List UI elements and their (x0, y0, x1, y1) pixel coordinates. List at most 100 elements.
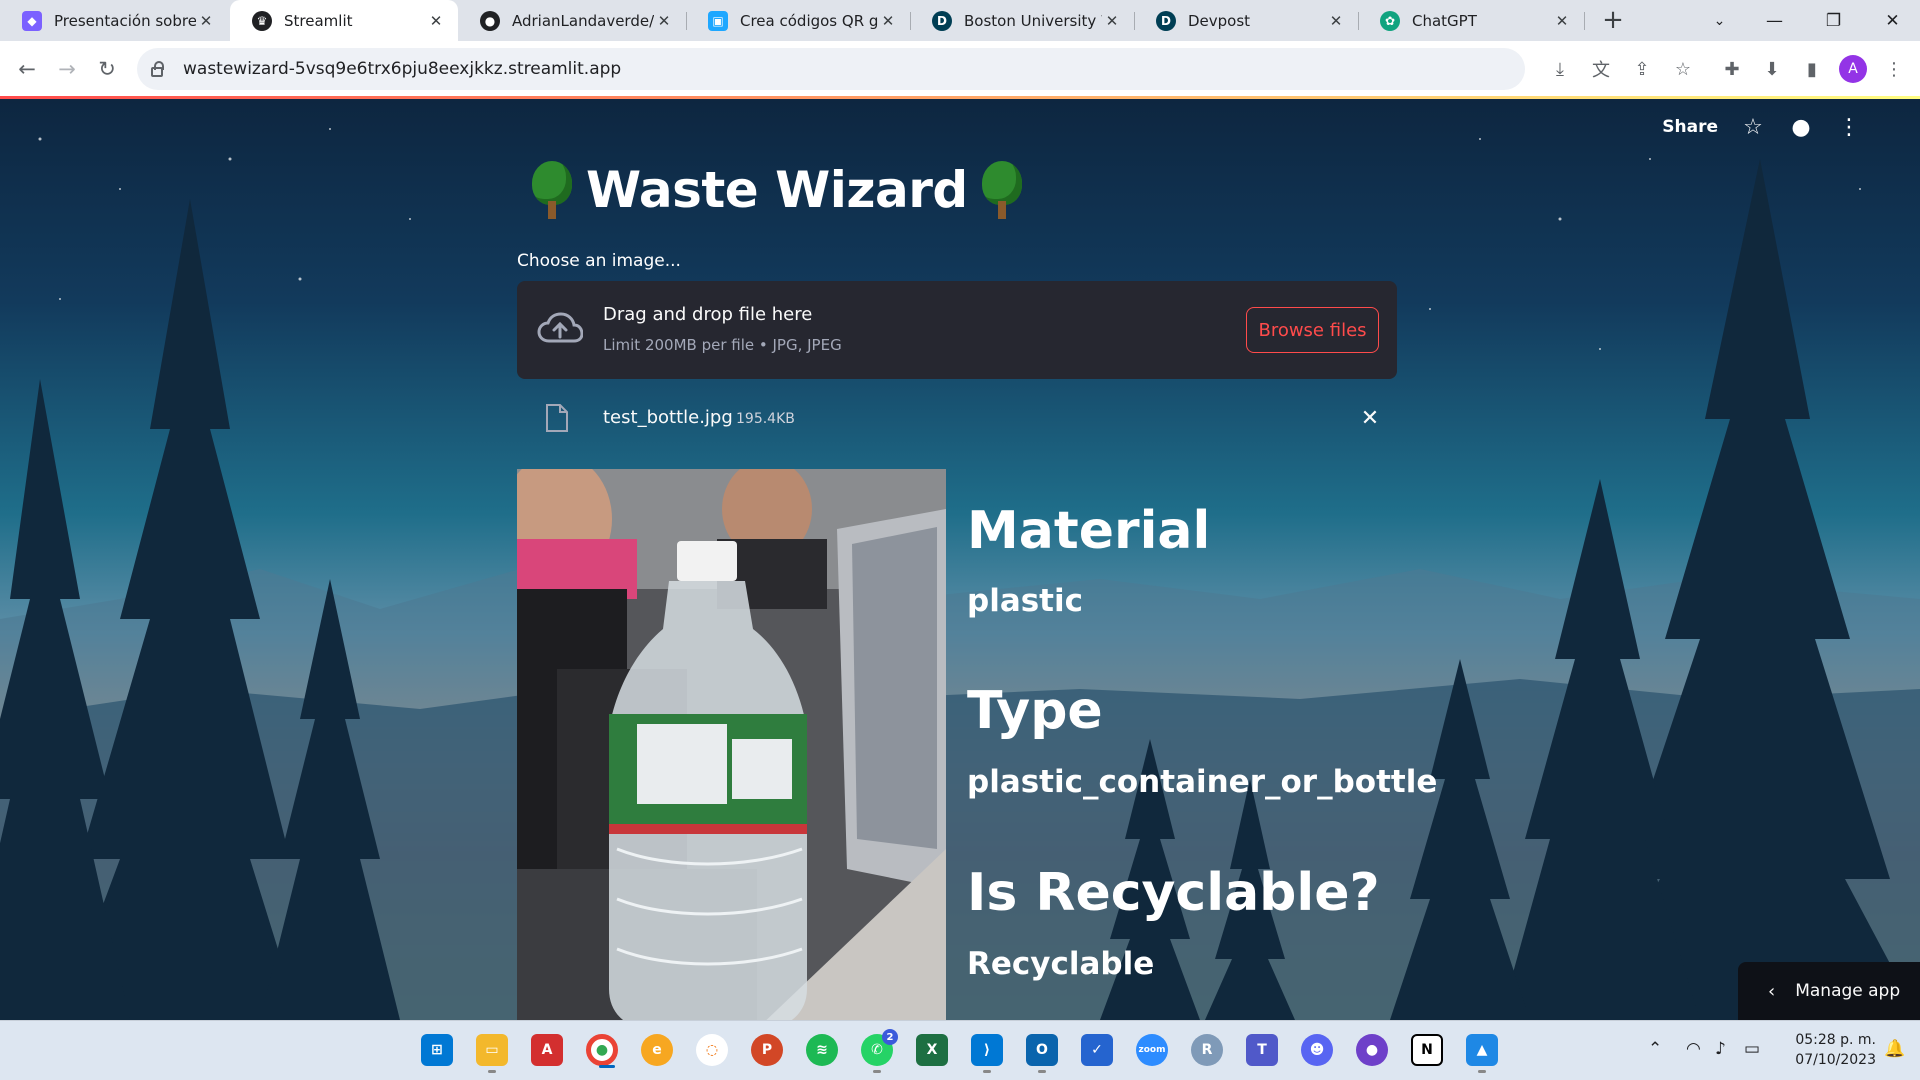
photos-icon[interactable]: ▲ (1466, 1034, 1498, 1073)
forward-arrow-icon[interactable]: → (51, 53, 83, 85)
tree-icon (980, 161, 1024, 219)
discord-icon[interactable]: ☻ (1301, 1034, 1333, 1066)
browser-menu-icon[interactable]: ⋮ (1878, 53, 1910, 85)
app-viewport: Share ☆ ● ⋮ Waste Wizard Choose an image… (0, 99, 1920, 1020)
file-icon (546, 404, 568, 432)
close-tab-icon[interactable]: ✕ (196, 12, 216, 30)
battery-icon[interactable]: ▭ (1744, 1039, 1760, 1059)
github-icon[interactable]: ● (1788, 115, 1814, 140)
extensions-icon[interactable]: ✚ (1716, 53, 1748, 85)
new-tab-button[interactable]: + (1598, 6, 1628, 36)
tab-streamlit[interactable]: ♛ Streamlit ✕ (230, 0, 458, 41)
forest-background (0, 128, 1920, 1020)
clock-time: 05:28 p. m. (1795, 1032, 1876, 1048)
recyclable-heading: Is Recyclable? (967, 863, 1380, 923)
restore-icon[interactable]: ❐ (1806, 0, 1861, 41)
notifications-icon[interactable]: 🔔 (1884, 1039, 1905, 1059)
type-heading: Type (967, 681, 1103, 741)
close-window-icon[interactable]: ✕ (1865, 0, 1920, 41)
close-tab-icon[interactable]: ✕ (1552, 12, 1572, 30)
close-tab-icon[interactable]: ✕ (1326, 12, 1346, 30)
wifi-icon[interactable]: ◠ (1686, 1039, 1701, 1059)
manage-app-label: Manage app (1795, 981, 1901, 1001)
star-icon[interactable]: ☆ (1740, 115, 1766, 140)
chevron-left-icon: ‹ (1768, 980, 1776, 1002)
uploaded-image (517, 469, 946, 1020)
teams-icon[interactable]: T (1246, 1034, 1278, 1066)
anaconda-icon[interactable]: ◌ (696, 1034, 728, 1066)
github-icon: ● (480, 10, 500, 31)
devpost-icon: D (1156, 10, 1176, 31)
tab-devpost[interactable]: D Devpost ✕ (1134, 0, 1358, 41)
streamlit-toolbar: Share ☆ ● ⋮ (1662, 99, 1920, 155)
windows-start-icon[interactable]: ⊞ (421, 1034, 453, 1066)
excel-icon[interactable]: X (916, 1034, 948, 1066)
translate-icon[interactable]: 文 (1585, 53, 1617, 85)
github-desktop-icon[interactable]: ● (1356, 1034, 1388, 1066)
close-tab-icon[interactable]: ✕ (426, 12, 446, 30)
dropzone-title: Drag and drop file here (603, 304, 813, 325)
presentation-icon: ◆ (22, 10, 42, 31)
todo-icon[interactable]: ✓ (1081, 1034, 1113, 1066)
tab-search-icon[interactable]: ⌄ (1692, 0, 1747, 41)
outlook-icon[interactable]: O (1026, 1034, 1058, 1073)
chrome-icon[interactable]: ● (586, 1034, 618, 1068)
powerpoint-icon[interactable]: P (751, 1034, 783, 1066)
file-size: 195.4KB (736, 411, 795, 427)
file-explorer-icon[interactable]: ▭ (476, 1034, 508, 1073)
recyclable-value: Recyclable (967, 946, 1155, 982)
chevron-up-icon[interactable]: ⌃ (1648, 1039, 1662, 1059)
address-bar[interactable]: wastewizard-5vsq9e6trx6pju8eexjkkz.strea… (137, 48, 1525, 90)
tab-github[interactable]: ● AdrianLandaverde/W ✕ (458, 0, 686, 41)
file-name: test_bottle.jpg (603, 407, 733, 428)
uploader-label: Choose an image... (517, 251, 681, 271)
tab-boston[interactable]: D Boston University We ✕ (910, 0, 1134, 41)
close-tab-icon[interactable]: ✕ (654, 12, 674, 30)
install-app-icon[interactable]: ⤓ (1544, 53, 1576, 85)
qr-icon: ▣ (708, 10, 728, 31)
edge-canary-icon[interactable]: e (641, 1034, 673, 1066)
tab-chatgpt[interactable]: ✿ ChatGPT ✕ (1358, 0, 1584, 41)
tab-presentacion[interactable]: ◆ Presentación sobre R ✕ (0, 0, 228, 41)
tab-qr[interactable]: ▣ Crea códigos QR grat ✕ (686, 0, 910, 41)
downloads-icon[interactable]: ⬇ (1756, 53, 1788, 85)
clock-date: 07/10/2023 (1795, 1052, 1876, 1068)
url-text: wastewizard-5vsq9e6trx6pju8eexjkkz.strea… (183, 59, 622, 79)
back-arrow-icon[interactable]: ← (11, 53, 43, 85)
zoom-icon[interactable]: zoom (1136, 1034, 1168, 1066)
chatgpt-icon: ✿ (1380, 10, 1400, 31)
share-button[interactable]: Share (1662, 117, 1718, 137)
manage-app-button[interactable]: ‹ Manage app (1738, 962, 1920, 1020)
tab-title: Boston University We (964, 11, 1102, 30)
whatsapp-icon[interactable]: ✆ 2 (861, 1029, 898, 1073)
minimize-icon[interactable]: — (1747, 0, 1802, 41)
side-panel-icon[interactable]: ▮ (1796, 53, 1828, 85)
uploaded-file-row: test_bottle.jpg 195.4KB ✕ (517, 389, 1397, 449)
notification-badge: 2 (882, 1029, 898, 1045)
notion-icon[interactable]: N (1411, 1034, 1443, 1066)
volume-icon[interactable]: ♪ (1715, 1039, 1726, 1059)
windows-taskbar: ⊞ ▭ A ● e ◌ P ≋ ✆ 2 X ⟩ O ✓ zoom R T ☻ ● … (0, 1020, 1920, 1080)
bookmark-star-icon[interactable]: ☆ (1667, 53, 1699, 85)
r-icon[interactable]: R (1191, 1034, 1223, 1066)
profile-avatar[interactable]: A (1839, 55, 1867, 83)
file-dropzone[interactable]: Drag and drop file here Limit 200MB per … (517, 281, 1397, 379)
browse-files-button[interactable]: Browse files (1246, 307, 1379, 353)
vscode-icon[interactable]: ⟩ (971, 1034, 1003, 1073)
type-value: plastic_container_or_bottle (967, 764, 1438, 800)
tab-title: Streamlit (284, 11, 353, 30)
bottle-photo (517, 469, 946, 1020)
material-heading: Material (967, 501, 1211, 561)
cloud-upload-icon (537, 312, 583, 343)
system-clock[interactable]: 05:28 p. m. 07/10/2023 (1776, 1030, 1876, 1070)
close-tab-icon[interactable]: ✕ (1102, 12, 1122, 30)
main-menu-icon[interactable]: ⋮ (1836, 115, 1862, 140)
spotify-icon[interactable]: ≋ (806, 1034, 838, 1066)
lock-icon (151, 60, 164, 77)
share-page-icon[interactable]: ⇪ (1626, 53, 1658, 85)
close-tab-icon[interactable]: ✕ (878, 12, 898, 30)
streamlit-crown-icon: ♛ (252, 10, 272, 31)
acrobat-icon[interactable]: A (531, 1034, 563, 1066)
reload-icon[interactable]: ↻ (91, 53, 123, 85)
remove-file-icon[interactable]: ✕ (1355, 403, 1385, 433)
